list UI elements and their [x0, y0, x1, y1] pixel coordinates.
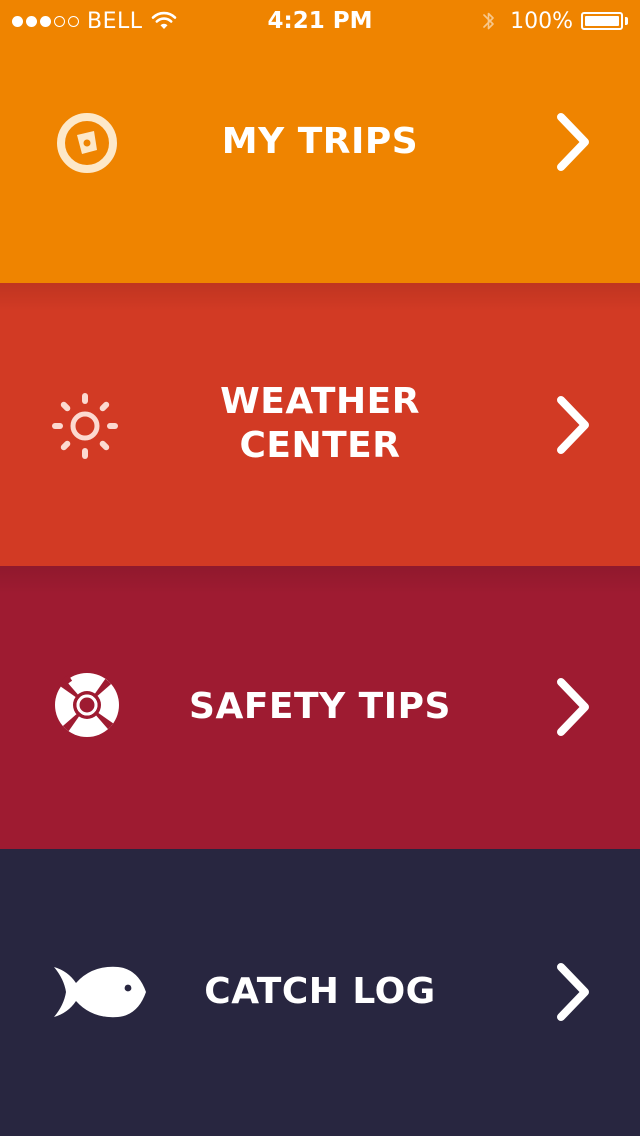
menu-item-weather-center[interactable]: WEATHER CENTER: [0, 283, 640, 566]
battery-tip: [625, 17, 628, 25]
lifebuoy-icon: [55, 673, 119, 737]
menu-label-safety-tips: SAFETY TIPS: [189, 686, 451, 727]
menu-label-my-trips: MY TRIPS: [221, 121, 419, 162]
fish-icon: [54, 966, 146, 1018]
status-bar: BELL 4:21 PM 100%: [0, 0, 640, 40]
menu-item-catch-log[interactable]: CATCH LOG: [0, 849, 640, 1136]
chevron-right-icon: [557, 678, 589, 736]
battery-percentage: 100%: [510, 8, 573, 34]
battery-level: [585, 16, 619, 26]
home-screen: BELL 4:21 PM 100% MY TRIPS WEATHER CENTE…: [0, 0, 640, 1136]
battery-icon: [581, 12, 623, 30]
menu-label-catch-log: CATCH LOG: [204, 971, 436, 1012]
chevron-right-icon: [557, 396, 589, 454]
menu-item-safety-tips[interactable]: SAFETY TIPS: [0, 566, 640, 849]
status-right: 100%: [482, 6, 628, 36]
menu-label-weather-center: WEATHER CENTER: [220, 381, 420, 466]
menu-item-my-trips[interactable]: MY TRIPS: [0, 0, 640, 283]
compass-icon: [57, 113, 117, 173]
chevron-right-icon: [557, 113, 589, 171]
sun-icon: [52, 393, 118, 459]
chevron-right-icon: [557, 963, 589, 1021]
bluetooth-icon: [483, 12, 494, 30]
